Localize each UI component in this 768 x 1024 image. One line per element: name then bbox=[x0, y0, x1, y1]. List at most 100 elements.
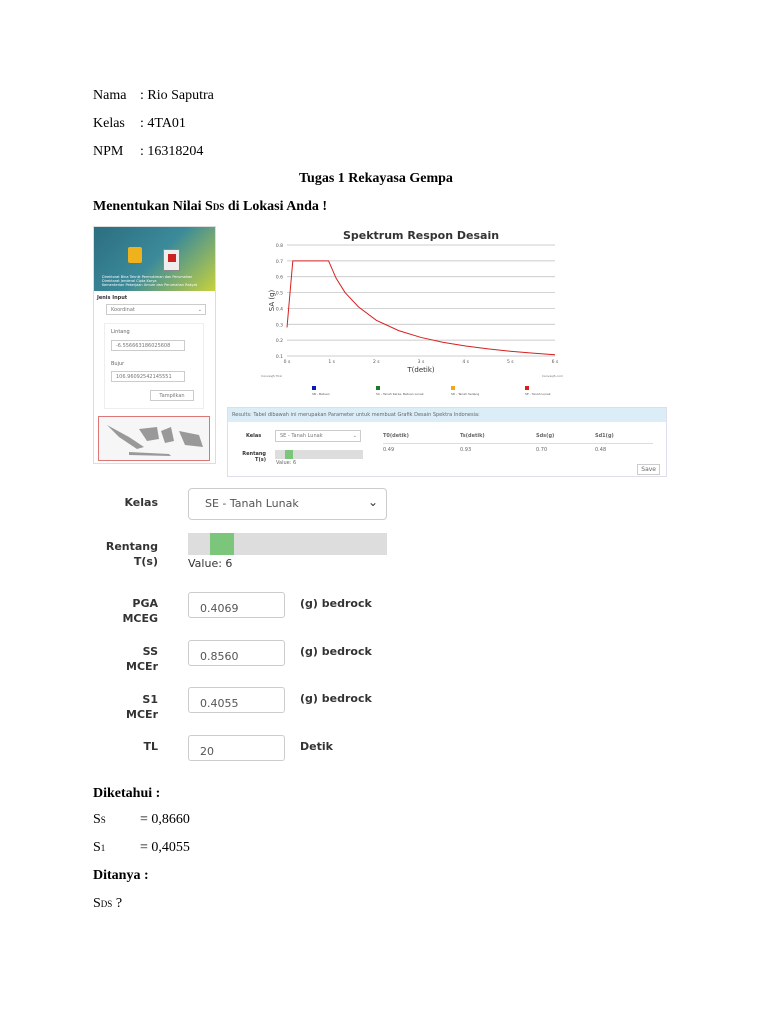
symbol-sub: 1 bbox=[100, 843, 106, 853]
y-tick-label: 0.7 bbox=[276, 259, 283, 265]
label-line: S1 bbox=[142, 693, 158, 706]
results-panel: Results: Tabel dibawah ini merupakan Par… bbox=[227, 407, 667, 477]
s1-unit: (g) bedrock bbox=[300, 692, 372, 705]
y-tick-label: 0.3 bbox=[276, 322, 283, 328]
jenis-input-label: Jenis Input bbox=[97, 295, 128, 301]
ss-value: = 0,8660 bbox=[140, 812, 190, 827]
input-panel-screenshot: Direktorat Bina Teknik Permukiman dan Pe… bbox=[93, 226, 216, 464]
ss-input[interactable]: 0.8560 bbox=[188, 640, 285, 666]
legend-label: SD - Tanah Sedang bbox=[451, 392, 479, 396]
diketahui-heading: Diketahui : bbox=[93, 786, 161, 801]
results-range-slider[interactable] bbox=[275, 450, 363, 459]
lintang-input[interactable]: -6.556663186025608 bbox=[111, 340, 185, 351]
document-page: Nama : Rio Saputra Kelas : 4TA01 NPM : 1… bbox=[0, 0, 768, 1024]
y-tick-label: 0.8 bbox=[276, 243, 283, 249]
col-header: Ts(detik) bbox=[460, 433, 485, 439]
results-kelas-select[interactable]: SE - Tanah Lunak ⌄ bbox=[275, 430, 361, 442]
results-kelas-value: SE - Tanah Lunak bbox=[280, 433, 323, 439]
kelas-select-value: SE - Tanah Lunak bbox=[205, 497, 299, 510]
x-tick-label: 1 s bbox=[328, 359, 335, 365]
chart-footer-right: CanvasJS.com bbox=[542, 374, 563, 378]
results-rentang-label: Rentang T(s) bbox=[242, 451, 266, 463]
rentang-label-line: Rentang bbox=[105, 540, 158, 553]
kelas-value: : 4TA01 bbox=[140, 116, 186, 131]
cell-value: 0.70 bbox=[536, 447, 548, 453]
s1-label: S1 MCEr bbox=[88, 692, 158, 722]
legend-swatch bbox=[376, 386, 380, 390]
slider-handle[interactable] bbox=[285, 450, 293, 459]
save-button[interactable]: Save bbox=[637, 464, 660, 475]
tl-input[interactable]: 20 bbox=[188, 735, 285, 761]
results-kelas-label: Kelas bbox=[246, 433, 262, 439]
x-tick-label: 3 s bbox=[418, 359, 425, 365]
x-tick-label: 4 s bbox=[462, 359, 469, 365]
rentang-label: Rentang T(s) bbox=[88, 539, 158, 569]
x-tick-label: 2 s bbox=[373, 359, 380, 365]
y-tick-label: 0.1 bbox=[276, 354, 283, 360]
cell-value: 0.49 bbox=[383, 447, 395, 453]
s1-symbol: S1 bbox=[93, 840, 105, 856]
nama-value: : Rio Saputra bbox=[140, 88, 214, 103]
s1-input[interactable]: 0.4055 bbox=[188, 687, 285, 713]
banner-line: Kementerian Pekerjaan Umum dan Perumahan… bbox=[102, 283, 198, 287]
results-slider-value: Value: 6 bbox=[276, 460, 297, 466]
indonesia-map[interactable] bbox=[98, 416, 210, 461]
pu-logo-icon bbox=[128, 247, 142, 263]
y-tick-label: 0.2 bbox=[276, 338, 283, 344]
cell-value: 0.48 bbox=[595, 447, 607, 453]
jenis-input-select[interactable]: Koordinat ⌄ bbox=[106, 304, 206, 315]
legend-label: SE - Tanah Lunak bbox=[525, 392, 551, 396]
label-line: PGA bbox=[132, 597, 158, 610]
ditanya-heading: Ditanya : bbox=[93, 868, 149, 883]
y-axis-label: SA (g) bbox=[268, 289, 276, 311]
pga-unit: (g) bedrock bbox=[300, 597, 372, 610]
symbol-sub: DS bbox=[100, 899, 113, 909]
slider-handle[interactable] bbox=[210, 533, 234, 555]
tl-label: TL bbox=[143, 740, 158, 753]
label-line: MCEG bbox=[122, 612, 158, 625]
y-tick-label: 0.5 bbox=[276, 291, 283, 297]
heading-text: Menentukan Nilai S bbox=[93, 199, 213, 214]
symbol-main: S bbox=[93, 812, 101, 827]
chevron-down-icon: ⌄ bbox=[352, 433, 357, 439]
x-tick-label: 0 s bbox=[284, 359, 291, 365]
col-header: T0(detik) bbox=[383, 433, 409, 439]
chevron-down-icon: ⌄ bbox=[197, 307, 202, 313]
results-header: Results: Tabel dibawah ini merupakan Par… bbox=[228, 408, 666, 422]
bujur-input[interactable]: 106.96092542145551 bbox=[111, 371, 185, 382]
pga-label: PGA MCEG bbox=[88, 596, 158, 626]
legend-label: SB - Batuan bbox=[312, 392, 330, 396]
y-tick-label: 0.4 bbox=[276, 306, 283, 312]
label-line: SS bbox=[142, 645, 158, 658]
slider-value-label: Value: 6 bbox=[188, 557, 233, 570]
symbol-sub: S bbox=[100, 815, 106, 825]
kelas-label: Kelas bbox=[124, 496, 158, 509]
chevron-down-icon: ⌄ bbox=[367, 495, 378, 509]
legend-swatch bbox=[525, 386, 529, 390]
legend-swatch bbox=[451, 386, 455, 390]
label-line: MCEr bbox=[126, 708, 158, 721]
tl-unit: Detik bbox=[300, 740, 333, 753]
ministry-banner: Direktorat Bina Teknik Permukiman dan Pe… bbox=[94, 227, 215, 291]
heading-text-end: di Lokasi Anda ! bbox=[224, 199, 328, 214]
col-header: Sds(g) bbox=[536, 433, 555, 439]
kelas-label: Kelas bbox=[93, 116, 125, 131]
sds-question: SDS ? bbox=[93, 896, 122, 912]
series-line bbox=[286, 260, 556, 356]
cell-value: 0.93 bbox=[460, 447, 472, 453]
ss-symbol: SS bbox=[93, 812, 106, 828]
jenis-input-value: Koordinat bbox=[111, 307, 135, 313]
legend-swatch bbox=[312, 386, 316, 390]
nama-label: Nama bbox=[93, 88, 127, 103]
kelas-select[interactable]: SE - Tanah Lunak ⌄ bbox=[188, 488, 387, 520]
ss-unit: (g) bedrock bbox=[300, 645, 372, 658]
tampilkan-button[interactable]: Tampilkan bbox=[150, 390, 194, 401]
symbol-main: S bbox=[93, 896, 101, 911]
pga-input[interactable]: 0.4069 bbox=[188, 592, 285, 618]
npm-value: : 16318204 bbox=[140, 144, 204, 159]
x-tick-label: 5 s bbox=[507, 359, 514, 365]
rentang-slider[interactable] bbox=[188, 533, 387, 555]
s1-value: = 0,4055 bbox=[140, 840, 190, 855]
x-tick-label: 6 s bbox=[552, 359, 559, 365]
x-axis-label: T(detik) bbox=[406, 366, 435, 374]
